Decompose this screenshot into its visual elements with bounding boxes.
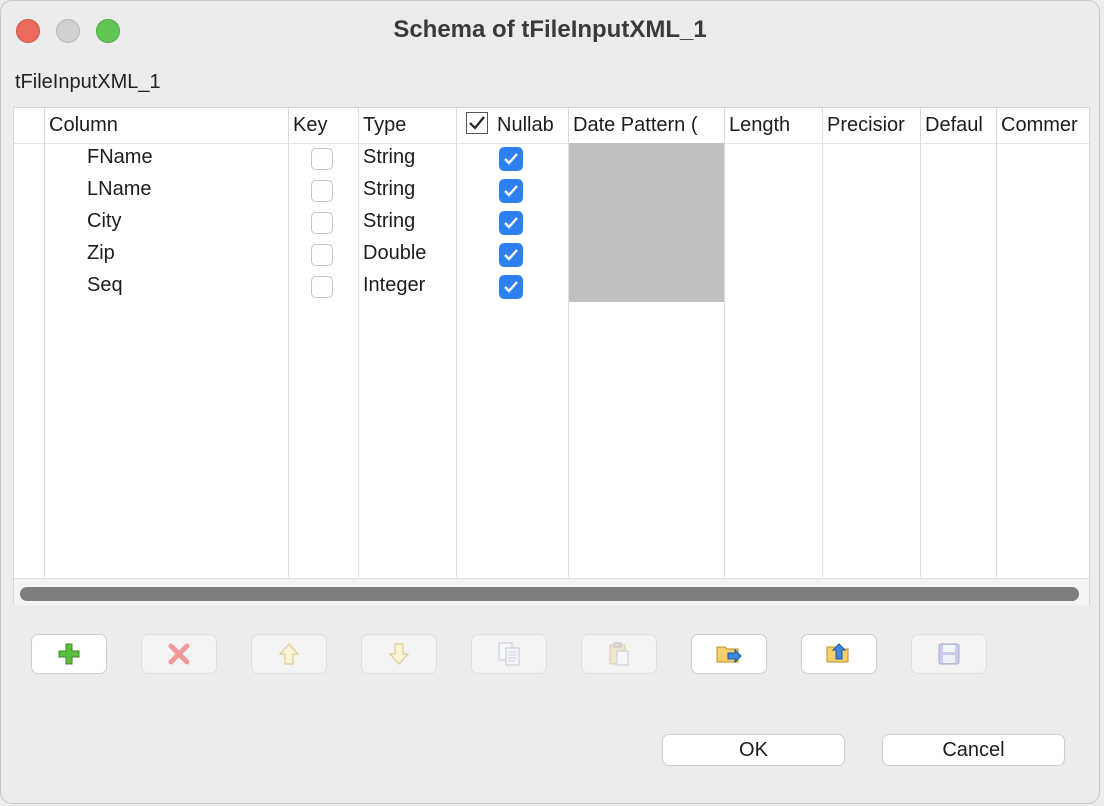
column-divider	[288, 108, 289, 577]
copy-icon	[498, 642, 520, 666]
cell-column[interactable]: City	[87, 210, 121, 233]
header-length[interactable]: Length	[729, 114, 821, 137]
paste-button[interactable]	[581, 634, 657, 674]
nullable-checkbox[interactable]	[499, 147, 523, 171]
check-icon	[504, 185, 518, 197]
move-down-button[interactable]	[361, 634, 437, 674]
scrollbar-thumb[interactable]	[20, 587, 1079, 601]
move-up-icon	[278, 643, 300, 665]
cancel-button[interactable]: Cancel	[882, 734, 1065, 766]
add-icon	[58, 643, 80, 665]
paste-icon	[609, 642, 629, 666]
header-column[interactable]: Column	[49, 114, 279, 137]
column-divider	[920, 108, 921, 577]
date-pattern-disabled-area	[569, 143, 724, 302]
nullable-checkbox[interactable]	[499, 243, 523, 267]
horizontal-scrollbar[interactable]	[14, 578, 1089, 605]
schema-dialog: Schema of tFileInputXML_1 tFileInputXML_…	[0, 0, 1100, 804]
header-comment[interactable]: Commer	[1001, 114, 1089, 137]
key-checkbox[interactable]	[311, 180, 333, 202]
check-icon	[504, 249, 518, 261]
cell-column[interactable]: Seq	[87, 274, 123, 297]
column-divider	[358, 108, 359, 577]
check-icon	[504, 153, 518, 165]
key-checkbox[interactable]	[311, 244, 333, 266]
key-checkbox[interactable]	[311, 276, 333, 298]
nullable-checkbox[interactable]	[499, 275, 523, 299]
import-schema-button[interactable]	[691, 634, 767, 674]
copy-button[interactable]	[471, 634, 547, 674]
column-divider	[822, 108, 823, 577]
save-schema-button[interactable]	[911, 634, 987, 674]
component-label: tFileInputXML_1	[15, 71, 161, 93]
header-type[interactable]: Type	[363, 114, 453, 137]
export-schema-button[interactable]	[801, 634, 877, 674]
header-default[interactable]: Defaul	[925, 114, 995, 137]
remove-row-button[interactable]	[141, 634, 217, 674]
header-nullable[interactable]: Nullab	[497, 114, 565, 137]
check-icon	[504, 281, 518, 293]
column-divider	[996, 108, 997, 577]
cell-column[interactable]: FName	[87, 146, 153, 169]
title-bar: Schema of tFileInputXML_1	[1, 1, 1099, 59]
save-icon	[938, 643, 960, 665]
cell-type[interactable]: String	[363, 210, 415, 233]
nullable-select-all-checkbox[interactable]	[466, 112, 488, 134]
check-icon	[504, 217, 518, 229]
column-divider	[44, 108, 45, 577]
add-row-button[interactable]	[31, 634, 107, 674]
key-checkbox[interactable]	[311, 148, 333, 170]
check-icon	[469, 116, 485, 130]
cell-type[interactable]: String	[363, 178, 415, 201]
remove-icon	[168, 643, 190, 665]
move-down-icon	[388, 643, 410, 665]
cell-type[interactable]: String	[363, 146, 415, 169]
column-divider	[724, 108, 725, 577]
cell-type[interactable]: Double	[363, 242, 426, 265]
table-header: Column Key Type Nullab Date Pattern ( Le…	[14, 108, 1089, 144]
cell-column[interactable]: LName	[87, 178, 151, 201]
export-icon	[826, 643, 849, 663]
nullable-checkbox[interactable]	[499, 179, 523, 203]
nullable-checkbox[interactable]	[499, 211, 523, 235]
window-title: Schema of tFileInputXML_1	[393, 16, 707, 43]
schema-table: Column Key Type Nullab Date Pattern ( Le…	[13, 107, 1090, 605]
import-icon	[716, 646, 742, 664]
column-divider	[456, 108, 457, 577]
ok-button[interactable]: OK	[662, 734, 845, 766]
cell-type[interactable]: Integer	[363, 274, 425, 297]
header-precision[interactable]: Precisior	[827, 114, 919, 137]
key-checkbox[interactable]	[311, 212, 333, 234]
header-date-pattern[interactable]: Date Pattern (	[573, 114, 723, 137]
move-up-button[interactable]	[251, 634, 327, 674]
cell-column[interactable]: Zip	[87, 242, 115, 265]
header-key[interactable]: Key	[293, 114, 353, 137]
